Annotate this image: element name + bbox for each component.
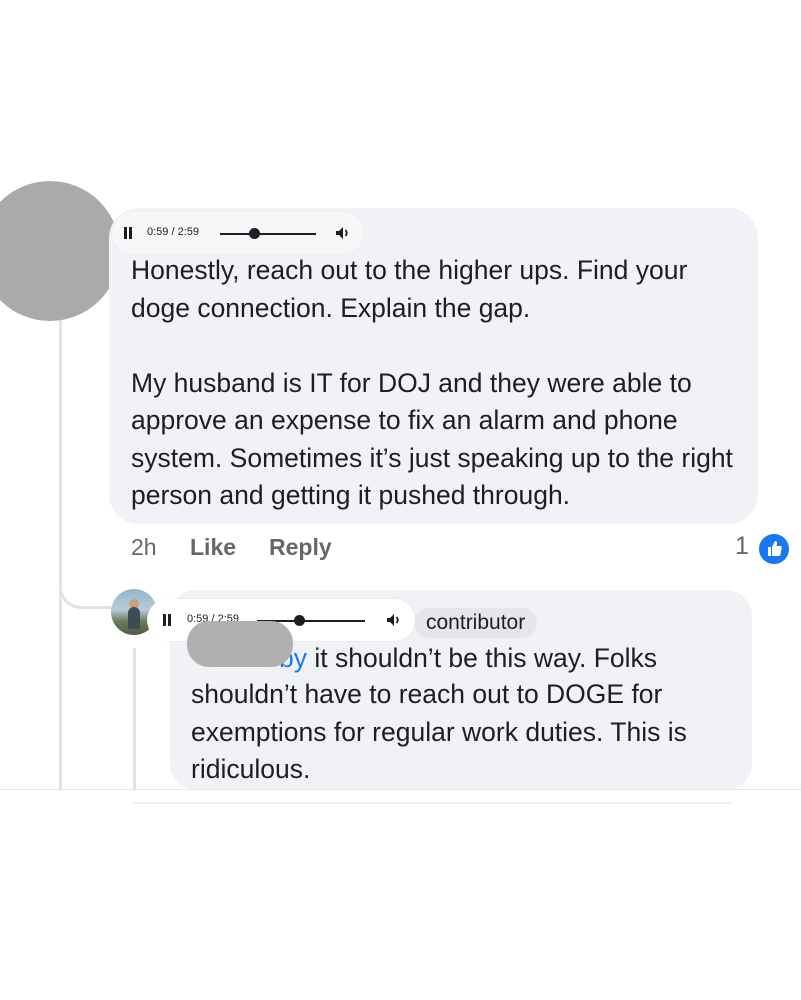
reply-button[interactable]: Reply — [269, 534, 332, 561]
reply-text-fragment: it shouldn’t be this way. Folks — [307, 643, 658, 673]
audio-progress-track[interactable] — [220, 233, 316, 235]
avatar[interactable] — [0, 181, 120, 321]
comment-timestamp[interactable]: 2h — [131, 534, 157, 561]
next-item-edge — [133, 802, 733, 804]
audio-progress-knob[interactable] — [294, 615, 305, 626]
comment-text: Honestly, reach out to the higher ups. F… — [131, 255, 733, 510]
volume-icon[interactable] — [335, 226, 351, 240]
reply-text: shouldn’t have to reach out to DOGE for … — [191, 679, 687, 784]
pause-icon[interactable] — [123, 227, 133, 239]
contributor-badge: contributor — [414, 608, 538, 638]
thread-branch-connector — [59, 560, 112, 609]
avatar-photo-figure — [128, 607, 140, 629]
audio-player[interactable]: 0:59 / 2:59 — [112, 212, 364, 254]
audio-progress-knob[interactable] — [249, 228, 260, 239]
audio-time: 0:59 / 2:59 — [147, 226, 199, 238]
reaction-count[interactable]: 1 — [735, 532, 749, 561]
pause-icon[interactable] — [162, 614, 172, 626]
thumbs-up-icon[interactable] — [757, 532, 791, 566]
divider — [0, 789, 801, 790]
thread-line — [59, 320, 62, 790]
redacted-name-blur — [187, 621, 293, 667]
reply-thread-line — [133, 648, 136, 790]
like-button[interactable]: Like — [190, 534, 236, 561]
volume-icon[interactable] — [386, 613, 402, 627]
